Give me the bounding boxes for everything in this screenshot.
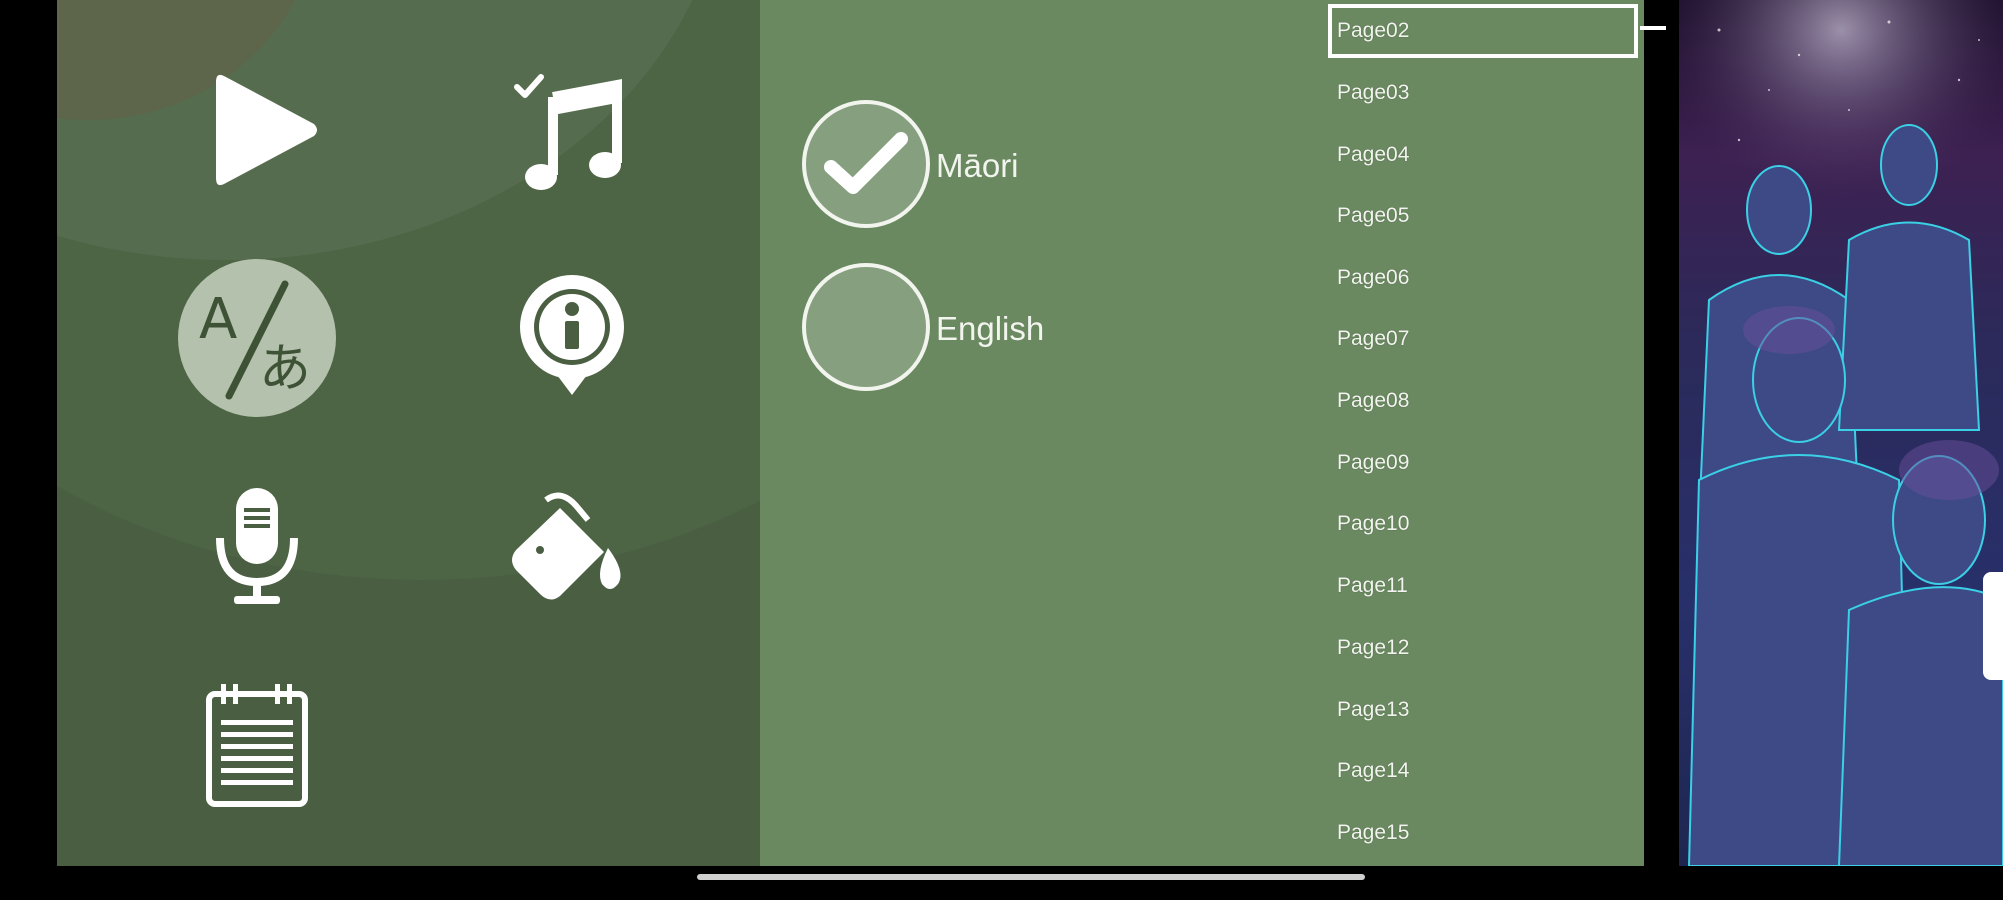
- language-button[interactable]: A あ: [177, 258, 337, 418]
- page-list-item[interactable]: Page10: [1328, 497, 1638, 551]
- microphone-icon: [216, 488, 298, 604]
- svg-text:あ: あ: [259, 339, 311, 399]
- play-icon: [216, 74, 317, 186]
- side-tab-handle[interactable]: [1983, 572, 2003, 680]
- info-icon: [520, 275, 624, 395]
- page-artwork: [1679, 0, 2003, 866]
- page-list-item[interactable]: Page12: [1328, 621, 1638, 675]
- page-list-item[interactable]: Page06: [1328, 251, 1638, 305]
- page-list-item[interactable]: Page04: [1328, 128, 1638, 182]
- music-toggle-button[interactable]: [497, 62, 647, 202]
- paint-bucket-icon: [512, 492, 621, 600]
- home-indicator[interactable]: [697, 874, 1365, 880]
- info-button[interactable]: [497, 266, 647, 406]
- page-list[interactable]: Page02 Page03 Page04 Page05 Page06 Page0…: [1328, 0, 1644, 866]
- page-list-item[interactable]: Page05: [1328, 189, 1638, 243]
- menu-panel: A あ: [57, 0, 760, 866]
- notepad-icon: [206, 684, 308, 807]
- language-label: Māori: [936, 147, 1019, 184]
- page-list-item[interactable]: Page07: [1328, 312, 1638, 366]
- illustration: [1679, 0, 2003, 866]
- language-radio[interactable]: [802, 263, 930, 391]
- selection-pointer: [1640, 26, 1666, 30]
- svg-text:A: A: [199, 287, 237, 352]
- page-list-item[interactable]: Page02: [1328, 4, 1638, 58]
- notes-button[interactable]: [187, 674, 327, 814]
- page-list-item[interactable]: Page11: [1328, 559, 1638, 613]
- language-label: English: [936, 310, 1045, 347]
- page-list-item[interactable]: Page13: [1328, 683, 1638, 737]
- page-list-item[interactable]: Page14: [1328, 744, 1638, 798]
- translate-icon: A あ: [178, 259, 336, 417]
- music-note-check-icon: [514, 74, 622, 190]
- paint-button[interactable]: [487, 480, 647, 620]
- play-button[interactable]: [192, 60, 342, 200]
- checkmark-icon: [824, 132, 908, 194]
- page-list-item[interactable]: Page15: [1328, 806, 1638, 860]
- record-button[interactable]: [187, 476, 327, 616]
- page-list-item[interactable]: Page03: [1328, 66, 1638, 120]
- page-list-item[interactable]: Page08: [1328, 374, 1638, 428]
- language-option-english[interactable]: English: [802, 260, 1044, 394]
- language-radio[interactable]: [802, 100, 930, 228]
- language-option-maori[interactable]: Māori: [802, 97, 1019, 231]
- page-list-item[interactable]: Page09: [1328, 436, 1638, 490]
